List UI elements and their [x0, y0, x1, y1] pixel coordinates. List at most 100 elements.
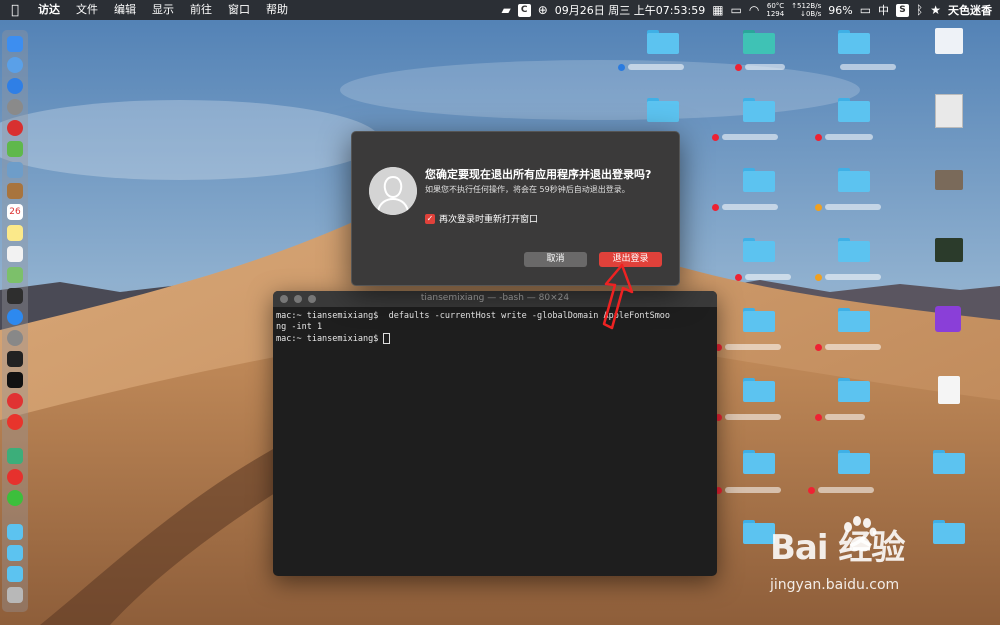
reopen-windows-label: 再次登录时重新打开窗口 [439, 215, 539, 225]
folder-icon[interactable] [838, 450, 870, 474]
folder-icon[interactable] [647, 98, 679, 122]
wifi-icon[interactable]: ◠ [749, 3, 759, 17]
network-speed[interactable]: ↑512B/s ↓0B/s [791, 2, 821, 18]
icon-label [815, 412, 895, 422]
documents-folder-icon[interactable] [7, 545, 23, 561]
folder-icon[interactable] [743, 308, 775, 332]
s-app-icon[interactable]: S [896, 3, 910, 17]
folder-icon[interactable] [743, 378, 775, 402]
folder-icon[interactable] [838, 168, 870, 192]
folder-icon[interactable] [838, 308, 870, 332]
user-avatar-icon [369, 167, 417, 215]
dialog-title: 您确定要现在退出所有应用程序并退出登录吗? [425, 168, 652, 181]
folder-icon[interactable] [933, 450, 965, 474]
folder-icon[interactable] [647, 30, 679, 54]
menu-user[interactable]: 天色迷香 [948, 2, 992, 18]
folder-icon[interactable] [838, 378, 870, 402]
annotation-arrow [602, 263, 634, 330]
launchpad-icon[interactable] [7, 99, 23, 115]
image-file-icon[interactable] [935, 238, 963, 262]
terminal-icon[interactable] [7, 288, 23, 304]
input-method[interactable]: 中 [878, 2, 889, 18]
globe-icon[interactable]: ⊕ [538, 3, 548, 17]
status-area: ▰ C ⊕ 09月26日 周三 上午07:53:59 ▦ ▭ ◠ 60°C 129… [502, 0, 993, 20]
icon-label [712, 132, 792, 142]
console-icon[interactable] [7, 372, 23, 388]
app-store-icon[interactable] [7, 309, 23, 325]
document-icon[interactable] [935, 94, 963, 128]
reopen-windows-checkbox[interactable]: ✓ [425, 213, 435, 224]
safari-icon[interactable] [7, 78, 23, 94]
terminal-output[interactable]: mac:~ tiansemixiang$ defaults -currentHo… [276, 311, 714, 345]
grid-icon[interactable]: ▦ [712, 3, 723, 17]
wechat-icon[interactable] [7, 490, 23, 506]
yandex-icon[interactable] [7, 414, 23, 430]
reminders-icon[interactable] [7, 246, 23, 262]
folder-icon[interactable] [838, 238, 870, 262]
terminal-titlebar[interactable]: tiansemixiang — -bash — 80×24 [273, 291, 717, 307]
temp2-value: 1294 [766, 10, 785, 18]
system-preferences-icon[interactable] [7, 330, 23, 346]
menu-app-name[interactable]: 访达 [30, 0, 68, 20]
icon-label [715, 485, 795, 495]
green-app-icon[interactable] [7, 448, 23, 464]
folder-icon[interactable] [743, 450, 775, 474]
red-app-icon[interactable] [7, 120, 23, 136]
bluetooth-icon[interactable]: ᛒ [916, 3, 923, 17]
downloads-folder-icon[interactable] [7, 524, 23, 540]
baidu-watermark: Bai 经验 jingyan.baidu.com [770, 515, 970, 605]
dialog-message: 如果您不执行任何操作，将会在 59秒钟后自动退出登录。 [425, 185, 630, 194]
file-icon[interactable] [935, 28, 963, 54]
maps-icon[interactable] [7, 267, 23, 283]
icon-label [830, 62, 910, 72]
baidu-url: jingyan.baidu.com [770, 577, 900, 593]
cast-icon[interactable]: ▭ [731, 3, 742, 17]
folder-icon[interactable] [838, 98, 870, 122]
app-icon[interactable] [935, 306, 961, 332]
folder-icon[interactable] [743, 30, 775, 54]
temperature-readout[interactable]: 60°C 1294 [766, 2, 784, 18]
notes-icon[interactable] [7, 225, 23, 241]
contacts-icon[interactable] [7, 183, 23, 199]
menu-help[interactable]: 帮助 [258, 0, 296, 20]
menu-edit[interactable]: 编辑 [106, 0, 144, 20]
folder-icon[interactable] [743, 238, 775, 262]
net-down: ↓0B/s [800, 10, 822, 18]
reopen-windows-option[interactable]: ✓ 再次登录时重新打开窗口 [425, 212, 538, 225]
siri-icon[interactable] [7, 57, 23, 73]
folder-icon[interactable] [838, 30, 870, 54]
terminal-line: mac:~ tiansemixiang$ [276, 334, 384, 344]
star-icon[interactable]: ★ [930, 3, 941, 17]
menu-view[interactable]: 显示 [144, 0, 182, 20]
app-c-icon[interactable]: C [517, 3, 531, 17]
document-icon[interactable] [938, 376, 960, 404]
battery-percent[interactable]: 96% [828, 4, 852, 17]
applications-folder-icon[interactable] [7, 566, 23, 582]
weibo-icon[interactable] [7, 469, 23, 485]
apple-menu-icon[interactable]:  [0, 3, 30, 18]
icon-label [735, 272, 815, 282]
text-cursor [383, 333, 391, 344]
android-icon[interactable] [7, 141, 23, 157]
image-file-icon[interactable] [935, 170, 963, 190]
folder-icon[interactable] [743, 98, 775, 122]
finder-icon[interactable] [7, 36, 23, 52]
menu-window[interactable]: 窗口 [220, 0, 258, 20]
paw-icon [844, 516, 877, 552]
trash-icon[interactable] [7, 587, 23, 603]
menu-clock[interactable]: 09月26日 周三 上午07:53:59 [555, 2, 705, 18]
vivaldi-icon[interactable] [7, 393, 23, 409]
battery-icon[interactable]: ▭ [860, 3, 871, 17]
icon-label [715, 342, 795, 352]
desktop:  访达 文件 编辑 显示 前往 窗口 帮助 ▰ C ⊕ 09月26日 周三 上… [0, 0, 1000, 625]
preview-icon[interactable] [7, 162, 23, 178]
folder-icon[interactable] [743, 168, 775, 192]
menu-file[interactable]: 文件 [68, 0, 106, 20]
menu-go[interactable]: 前往 [182, 0, 220, 20]
cancel-button[interactable]: 取消 [524, 252, 587, 267]
terminal-window[interactable]: tiansemixiang — -bash — 80×24 mac:~ tian… [273, 291, 717, 576]
calendar-icon[interactable]: 26 [7, 204, 23, 220]
activity-monitor-icon[interactable] [7, 351, 23, 367]
icon-label [735, 62, 815, 72]
screen-icon[interactable]: ▰ [502, 3, 511, 17]
